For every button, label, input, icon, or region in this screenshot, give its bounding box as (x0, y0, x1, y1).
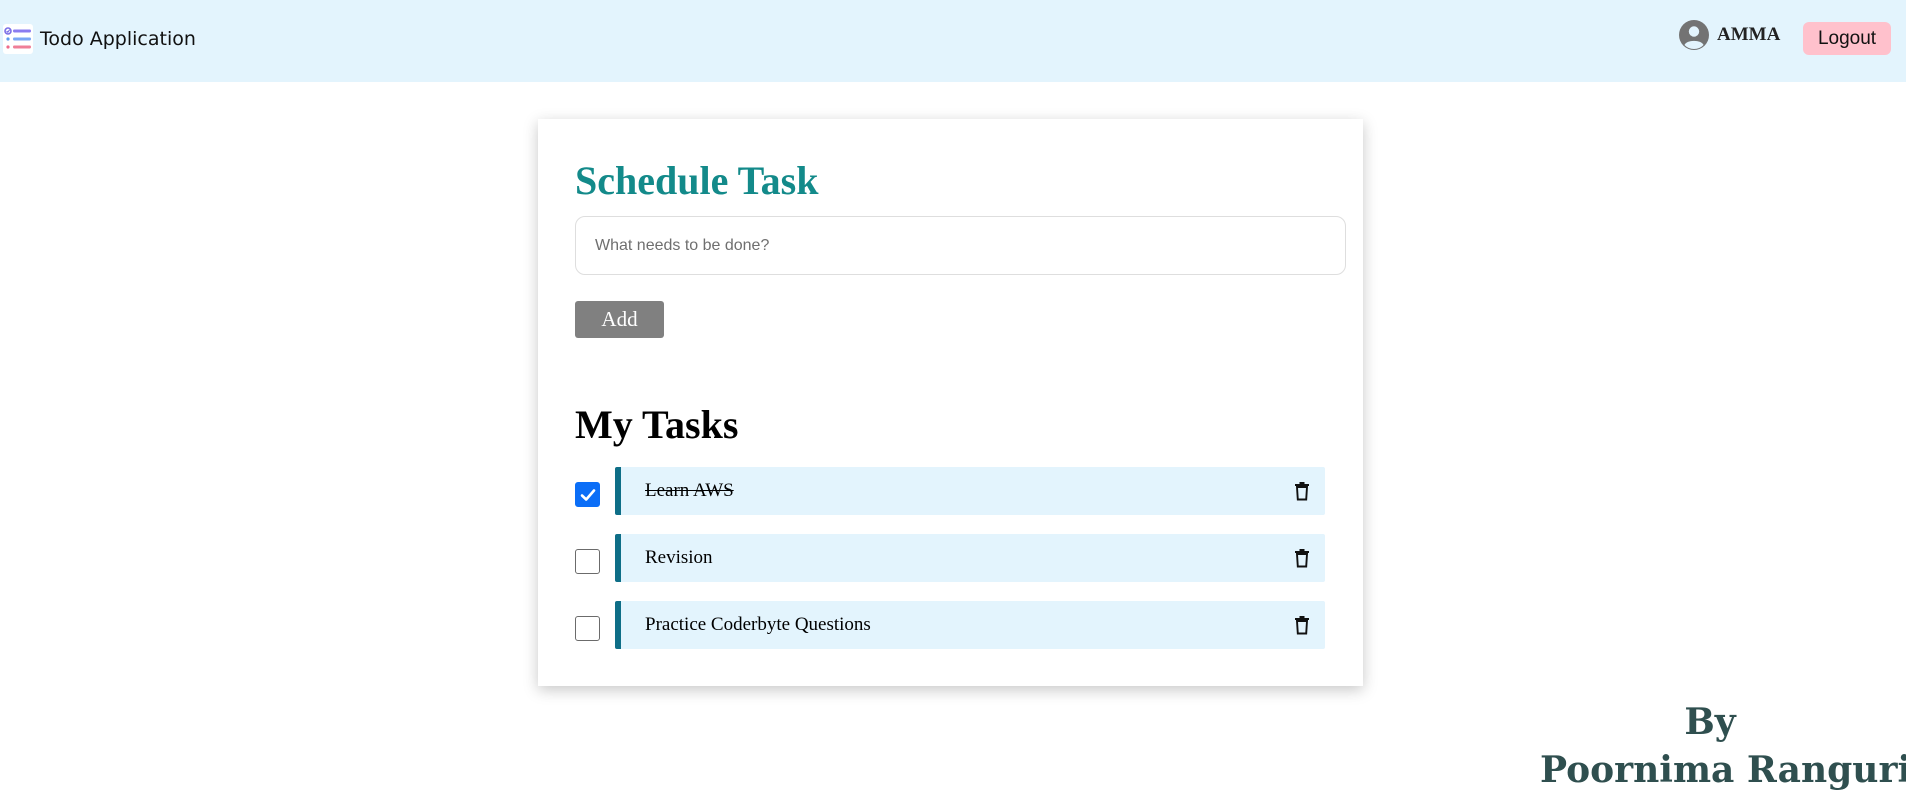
user-avatar-icon (1679, 20, 1709, 50)
author-name: Poornima Ranguri (1540, 749, 1906, 791)
task-checkbox[interactable] (575, 616, 600, 641)
trash-icon[interactable] (1293, 481, 1311, 501)
schedule-task-heading: Schedule Task (575, 157, 818, 204)
task-item: Practice Coderbyte Questions (575, 601, 1325, 649)
task-pill[interactable]: Learn AWS (615, 467, 1325, 515)
todo-card: Schedule Task Add My Tasks Learn AWS (538, 119, 1363, 686)
tasks-heading-bold: My (575, 402, 633, 447)
schedule-heading-rest: Task (737, 158, 819, 203)
tasks-heading-rest: Tasks (642, 402, 739, 447)
checklist-icon (3, 24, 33, 54)
brand[interactable]: Todo Application (3, 24, 196, 54)
logout-button[interactable]: Logout (1803, 22, 1891, 55)
app-title: Todo Application (40, 28, 196, 50)
checkmark-icon (580, 488, 595, 501)
schedule-heading-bold: Schedule (575, 158, 729, 203)
top-navbar: Todo Application AMMA Logout (0, 0, 1906, 82)
user-menu[interactable]: AMMA (1679, 20, 1780, 50)
add-task-button[interactable]: Add (575, 301, 664, 338)
author-by-label: By (1684, 701, 1736, 743)
task-item: Revision (575, 534, 1325, 582)
trash-icon[interactable] (1293, 548, 1311, 568)
my-tasks-heading: My Tasks (575, 401, 738, 448)
task-item: Learn AWS (575, 467, 1325, 515)
user-name: AMMA (1717, 24, 1781, 45)
task-text: Practice Coderbyte Questions (645, 614, 871, 635)
author-credit: By Poornima Ranguri (1540, 698, 1906, 794)
trash-icon[interactable] (1293, 615, 1311, 635)
task-pill[interactable]: Practice Coderbyte Questions (615, 601, 1325, 649)
task-checkbox[interactable] (575, 549, 600, 574)
task-pill[interactable]: Revision (615, 534, 1325, 582)
new-task-input[interactable] (575, 216, 1346, 275)
task-text: Learn AWS (645, 480, 734, 501)
task-checkbox[interactable] (575, 482, 600, 507)
task-text: Revision (645, 547, 713, 568)
